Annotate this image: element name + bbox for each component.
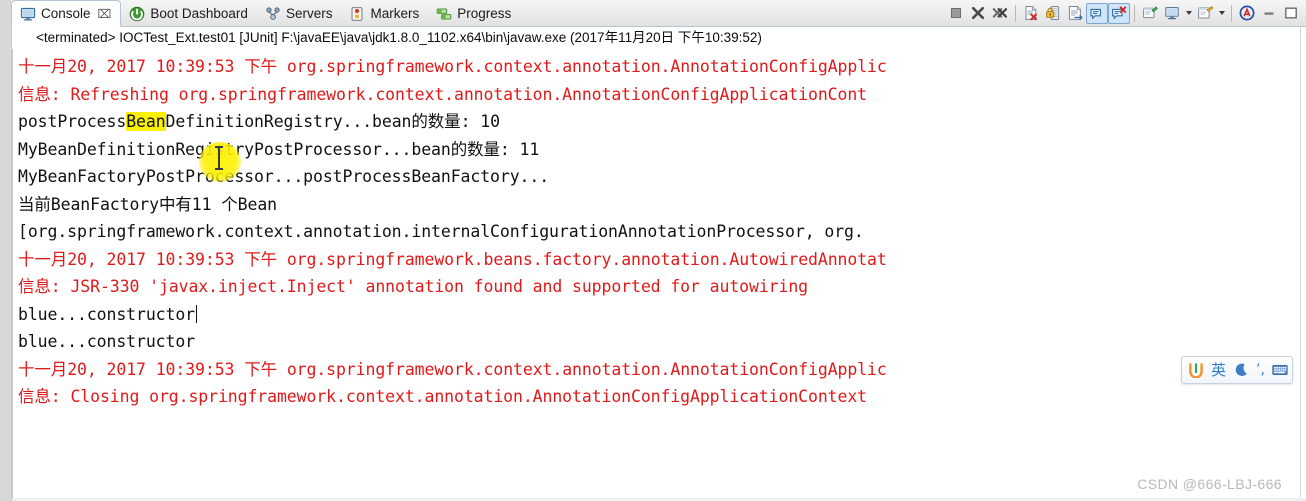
tab-progress[interactable]: Progress — [428, 1, 520, 26]
remove-launch-button[interactable] — [967, 3, 989, 24]
watermark: CSDN @666-LBJ-666 — [1137, 476, 1282, 492]
show-console-on-error-button[interactable] — [1108, 2, 1130, 24]
terminate-button[interactable] — [945, 3, 967, 24]
tab-markers[interactable]: Markers — [341, 1, 428, 26]
tab-console[interactable]: Console ⌧ — [11, 0, 122, 27]
display-selected-console-button[interactable] — [1161, 3, 1183, 24]
maximize-button[interactable] — [1280, 3, 1302, 24]
console-text-block: 十一月20, 2017 10:39:53 下午 org.springframew… — [13, 49, 1306, 411]
console-line: 十一月20, 2017 10:39:53 下午 org.springframew… — [18, 359, 887, 379]
tab-strip: Console ⌧ Boot Dashboard Servers Markers… — [11, 0, 520, 27]
servers-icon — [265, 6, 281, 22]
toolbar-separator-2 — [1134, 4, 1135, 22]
console-line: 十一月20, 2017 10:39:53 下午 org.springframew… — [18, 57, 887, 76]
open-console-button[interactable] — [1194, 3, 1216, 24]
close-icon[interactable]: ⌧ — [98, 7, 112, 21]
right-edge-strip — [1300, 27, 1306, 501]
console-output-area[interactable]: 十一月20, 2017 10:39:53 下午 org.springframew… — [12, 49, 1306, 501]
launch-description: <terminated> IOCTest_Ext.test01 [JUnit] … — [12, 28, 1306, 48]
console-line: 信息: JSR-330 'javax.inject.Inject' annota… — [18, 277, 809, 296]
pin-console-button[interactable] — [1139, 3, 1161, 24]
tab-label-console: Console — [41, 5, 91, 21]
tab-label-boot-dashboard: Boot Dashboard — [150, 5, 248, 21]
sogou-logo-icon[interactable] — [1188, 362, 1204, 379]
chevron-down-icon[interactable] — [1183, 3, 1194, 24]
console-line: blue...constructor — [18, 332, 196, 351]
soft-keyboard-icon[interactable] — [1272, 362, 1288, 378]
console-line-text-pre: postProcess — [18, 112, 127, 131]
console-line: MyBeanFactoryPostProcessor...postProcess… — [18, 167, 550, 186]
search-highlight: Bean — [126, 112, 166, 131]
console-line: 信息: Closing org.springframework.context.… — [18, 387, 868, 406]
tab-label-markers: Markers — [370, 5, 420, 21]
console-line-text: blue...constructor — [18, 304, 196, 324]
chevron-down-icon-2[interactable] — [1216, 3, 1227, 24]
punctuation-toggle-icon[interactable]: ’, — [1256, 363, 1265, 377]
toolbar-separator-1 — [1015, 4, 1016, 22]
tab-boot-dashboard[interactable]: Boot Dashboard — [121, 1, 257, 26]
text-caret — [196, 304, 198, 323]
console-line: MyBeanDefinitionRegistryPostProcessor...… — [18, 139, 540, 159]
progress-icon — [436, 6, 452, 22]
console-line-text-post: DefinitionRegistry...bean的数量: 10 — [165, 112, 500, 131]
clear-console-button[interactable] — [1020, 3, 1042, 24]
console-line: 当前BeanFactory中有11 个Bean — [18, 194, 278, 214]
console-line-with-caret: blue...constructor — [18, 301, 1306, 329]
boot-dashboard-icon — [129, 6, 145, 22]
markers-icon — [349, 6, 365, 22]
minimize-button[interactable] — [1258, 3, 1280, 24]
word-wrap-button[interactable] — [1064, 3, 1086, 24]
console-line: 信息: Refreshing org.springframework.conte… — [18, 84, 868, 104]
toolbar-separator-3 — [1231, 4, 1232, 22]
tab-label-servers: Servers — [285, 5, 333, 21]
view-tab-bar: Console ⌧ Boot Dashboard Servers Markers… — [11, 0, 1306, 27]
console-toolbar — [945, 0, 1306, 26]
ansi-console-button[interactable] — [1236, 3, 1258, 24]
console-line: [org.springframework.context.annotation.… — [18, 222, 864, 241]
moon-icon[interactable] — [1233, 362, 1249, 378]
console-line-highlighted: postProcessBeanDefinitionRegistry...bean… — [18, 108, 1306, 136]
tab-servers[interactable]: Servers — [257, 1, 342, 26]
remove-all-terminated-button[interactable] — [989, 3, 1011, 24]
left-gutter-strip — [0, 0, 12, 501]
ime-language-indicator[interactable]: 英 — [1211, 362, 1226, 378]
console-line: 十一月20, 2017 10:39:53 下午 org.springframew… — [18, 249, 887, 269]
scroll-lock-button[interactable] — [1042, 3, 1064, 24]
show-console-on-output-button[interactable] — [1086, 2, 1108, 24]
ime-toolbar[interactable]: 英 ’, — [1181, 356, 1293, 384]
console-icon — [20, 6, 36, 22]
tab-label-progress: Progress — [457, 5, 512, 21]
